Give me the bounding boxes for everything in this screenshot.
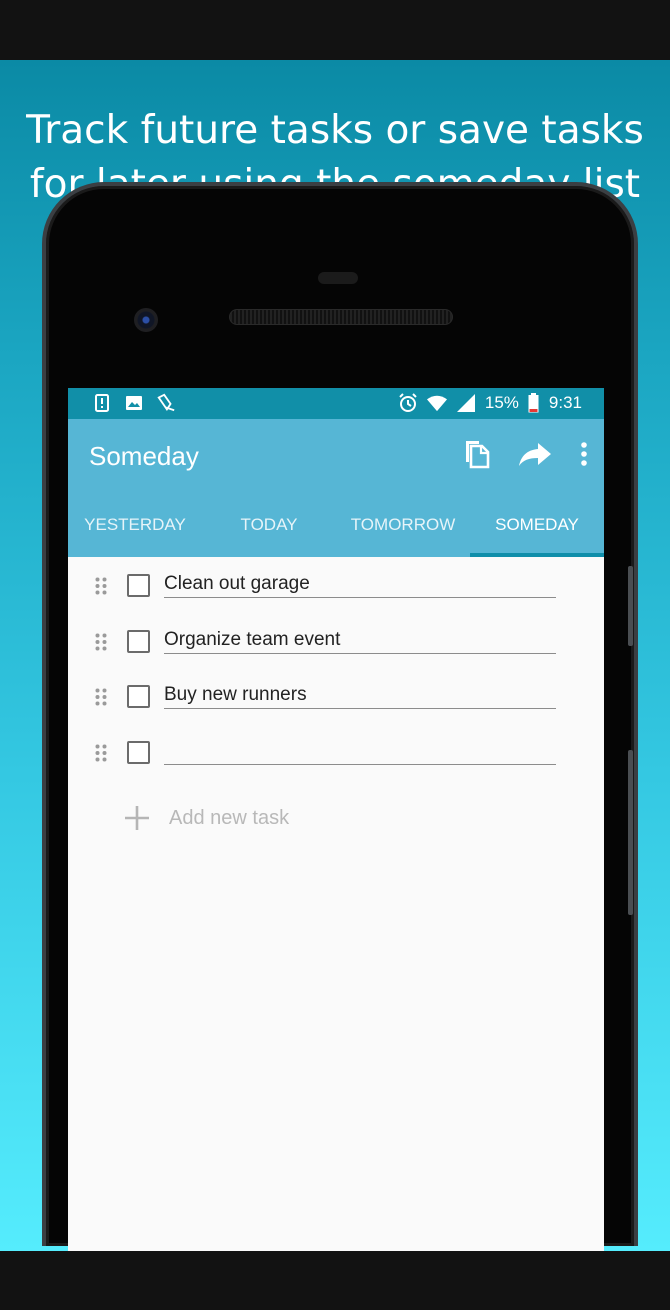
- tab-yesterday[interactable]: YESTERDAY: [68, 507, 202, 557]
- copy-icon[interactable]: [462, 439, 490, 474]
- drag-handle-icon[interactable]: [95, 744, 107, 767]
- top-black-bar: [0, 0, 670, 60]
- signal-icon: [456, 393, 476, 413]
- task-list: Clean out garage Organize team event Buy…: [68, 557, 604, 830]
- task-checkbox[interactable]: [127, 685, 150, 708]
- drag-handle-icon[interactable]: [95, 688, 107, 711]
- tab-someday[interactable]: SOMEDAY: [470, 507, 604, 557]
- battery-icon: [528, 393, 540, 413]
- tab-today[interactable]: TODAY: [202, 507, 336, 557]
- drag-handle-icon[interactable]: [95, 633, 107, 656]
- earpiece-speaker: [229, 309, 453, 325]
- more-vert-icon[interactable]: [580, 441, 588, 472]
- tasks-app-icon: [156, 393, 176, 413]
- add-new-task-row[interactable]: Add new task: [68, 795, 604, 845]
- battery-percent: 15%: [484, 393, 519, 412]
- status-bar: 15% 9:31: [68, 388, 604, 419]
- headline-line-1: Track future tasks or save tasks: [26, 108, 644, 153]
- task-row: Organize team event: [68, 613, 604, 669]
- task-text-field[interactable]: Buy new runners: [164, 680, 556, 709]
- task-checkbox[interactable]: [127, 740, 150, 764]
- power-button: [628, 566, 633, 646]
- task-checkbox[interactable]: [127, 629, 150, 653]
- notification-icon: [92, 393, 112, 413]
- add-new-task-label[interactable]: Add new task: [169, 807, 289, 830]
- task-text-field[interactable]: Clean out garage: [164, 569, 556, 598]
- proximity-sensor: [318, 272, 358, 284]
- alarm-icon: [398, 393, 418, 413]
- task-row: Clean out garage: [68, 557, 604, 613]
- toolbar-title: Someday: [89, 441, 199, 471]
- volume-button: [628, 750, 633, 915]
- task-row-empty: [68, 724, 604, 780]
- task-text-field[interactable]: Organize team event: [164, 625, 556, 654]
- plus-icon[interactable]: [124, 805, 150, 836]
- share-icon[interactable]: [518, 441, 552, 472]
- drag-handle-icon[interactable]: [95, 577, 107, 600]
- tab-bar: YESTERDAY TODAY TOMORROW SOMEDAY: [68, 507, 604, 557]
- clock: 9:31: [548, 393, 582, 412]
- image-icon: [124, 393, 144, 413]
- task-checkbox[interactable]: [127, 574, 150, 597]
- task-row: Buy new runners: [68, 668, 604, 724]
- wifi-icon: [426, 393, 447, 413]
- task-text-field[interactable]: [164, 736, 556, 765]
- tab-tomorrow[interactable]: TOMORROW: [336, 507, 470, 557]
- front-camera: [134, 308, 158, 332]
- bottom-black-bar: [0, 1251, 670, 1310]
- app-toolbar: Someday YESTERDAY TODAY TOMORROW SOMEDAY: [68, 419, 604, 557]
- app-screen: 15% 9:31 Someday YESTERDAY TODAY TOMORRO…: [68, 388, 604, 1251]
